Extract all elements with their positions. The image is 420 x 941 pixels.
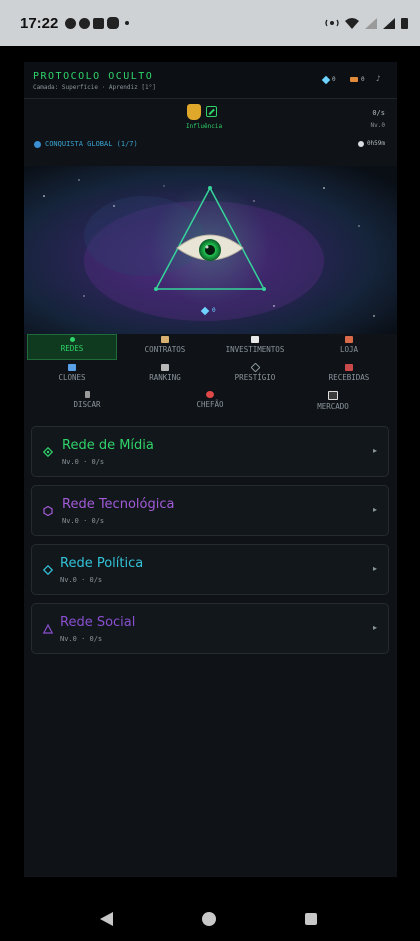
tab-label: LOJA <box>339 345 359 354</box>
globe-icon <box>34 140 41 148</box>
network-stats: Nv.0 · 0/s <box>60 576 103 584</box>
diamond-icon <box>43 565 53 575</box>
diamond-icon <box>43 447 53 457</box>
tab-loja[interactable]: LOJA <box>304 334 394 360</box>
status-right <box>325 17 408 29</box>
signal-icon <box>365 17 377 29</box>
network-card-social[interactable]: Rede Social Nv.0 · 0/s ▸ <box>31 603 389 654</box>
pistol-icon <box>350 77 358 82</box>
network-icon <box>69 337 75 342</box>
gems-value: 0 <box>332 76 336 83</box>
global-conquest[interactable]: CONQUISTA GLOBAL (1/7) <box>34 140 138 148</box>
gem-icon <box>321 75 331 84</box>
network-name: Rede Tecnológica <box>62 497 175 512</box>
chevron-right-icon: ▸ <box>372 505 377 514</box>
chevron-right-icon: ▸ <box>372 446 377 455</box>
tab-label: PRESTÍGIO <box>234 373 276 382</box>
tab-discar[interactable]: DISCAR <box>42 389 132 415</box>
banner-gem-counter: 0 <box>200 306 216 315</box>
network-stats: Nv.0 · 0/s <box>60 635 103 643</box>
home-icon[interactable] <box>202 912 216 926</box>
messenger-icon <box>65 17 77 29</box>
alarm-clock-icon <box>206 391 214 398</box>
phone-icon <box>345 364 353 371</box>
signal-icon <box>383 17 395 29</box>
network-name: Rede de Mídia <box>62 438 154 453</box>
tab-label: REDES <box>60 344 84 353</box>
gems-counter: 0 <box>321 75 336 84</box>
influence-level: Nv.0 <box>370 122 385 129</box>
music-note-icon[interactable]: ♪ <box>376 74 381 83</box>
back-icon[interactable] <box>100 912 113 926</box>
tab-mercado[interactable]: MERCADO <box>288 389 378 415</box>
hotspot-icon <box>325 19 339 27</box>
tab-label: DISCAR <box>73 400 101 409</box>
tab-label: MERCADO <box>317 402 349 411</box>
tab-investimentos[interactable]: INVESTIMENTOS <box>210 334 300 360</box>
shop-icon <box>345 336 353 343</box>
tab-prestigio[interactable]: PRESTÍGIO <box>210 362 300 388</box>
tab-contratos[interactable]: CONTRATOS <box>120 334 210 360</box>
tab-label: CLONES <box>58 373 86 382</box>
tab-label: CONTRATOS <box>144 345 186 354</box>
check-box-icon[interactable] <box>206 106 217 117</box>
pirate-flag-icon <box>328 391 338 400</box>
money-bag-icon[interactable] <box>187 104 201 120</box>
banner-gem-value: 0 <box>212 307 216 314</box>
timer-value: 0h59m <box>366 140 385 147</box>
app-icon <box>107 17 120 29</box>
battery-icon <box>401 18 408 29</box>
conquest-label: CONQUISTA GLOBAL (1/7) <box>45 140 138 148</box>
network-card-tecnologica[interactable]: Rede Tecnológica Nv.0 · 0/s ▸ <box>31 485 389 536</box>
scroll-icon <box>161 336 169 343</box>
influence-label: Influência <box>185 123 223 130</box>
tab-clones[interactable]: CLONES <box>27 362 117 388</box>
clock-icon <box>357 140 364 147</box>
header: PROTOCOLO OCULTO Camada: Superfície · Ap… <box>24 62 397 99</box>
building-icon <box>161 364 169 371</box>
network-name: Rede Política <box>60 556 144 571</box>
tab-label: CHEFÃO <box>196 400 224 409</box>
tab-label: RECEBIDAS <box>328 373 370 382</box>
more-notifications-icon <box>125 21 130 25</box>
layer-subtitle: Camada: Superfície · Aprendiz [1°] <box>33 84 156 91</box>
wifi-icon <box>345 17 359 29</box>
hexagon-icon <box>43 506 53 516</box>
tab-redes[interactable]: REDES <box>27 334 117 360</box>
weapons-counter: 0 <box>350 76 365 83</box>
tab-chefao[interactable]: CHEFÃO <box>165 389 255 415</box>
chevron-right-icon: ▸ <box>372 623 377 632</box>
network-card-politica[interactable]: Rede Política Nv.0 · 0/s ▸ <box>31 544 389 595</box>
app-title: PROTOCOLO OCULTO <box>33 71 154 82</box>
tab-label: INVESTIMENTOS <box>225 345 285 354</box>
diamond-outline-icon <box>250 362 260 373</box>
tab-ranking[interactable]: RANKING <box>120 362 210 388</box>
tab-recebidas[interactable]: RECEBIDAS <box>304 362 394 388</box>
recents-icon[interactable] <box>305 913 317 925</box>
game-app: PROTOCOLO OCULTO Camada: Superfície · Ap… <box>24 62 397 877</box>
triangle-icon <box>43 624 53 634</box>
gem-icon <box>200 306 210 315</box>
influence-rate: 0/s <box>372 109 385 117</box>
messenger-icon <box>79 17 91 29</box>
conquest-timer: 0h59m <box>357 140 385 147</box>
network-name: Rede Social <box>60 615 136 630</box>
influence-panel: Influência 0/s Nv.0 <box>24 104 397 134</box>
network-card-midia[interactable]: Rede de Mídia Nv.0 · 0/s ▸ <box>31 426 389 477</box>
chart-icon <box>251 336 259 343</box>
status-bar: 17:22 <box>0 0 420 46</box>
status-time: 17:22 <box>20 14 59 32</box>
network-stats: Nv.0 · 0/s <box>62 458 105 466</box>
weapons-value: 0 <box>361 76 365 83</box>
gallery-icon <box>93 17 105 29</box>
dna-icon <box>68 364 76 371</box>
tab-label: RANKING <box>149 373 181 382</box>
mobile-icon <box>84 391 90 398</box>
chevron-right-icon: ▸ <box>372 564 377 573</box>
network-stats: Nv.0 · 0/s <box>62 517 105 525</box>
